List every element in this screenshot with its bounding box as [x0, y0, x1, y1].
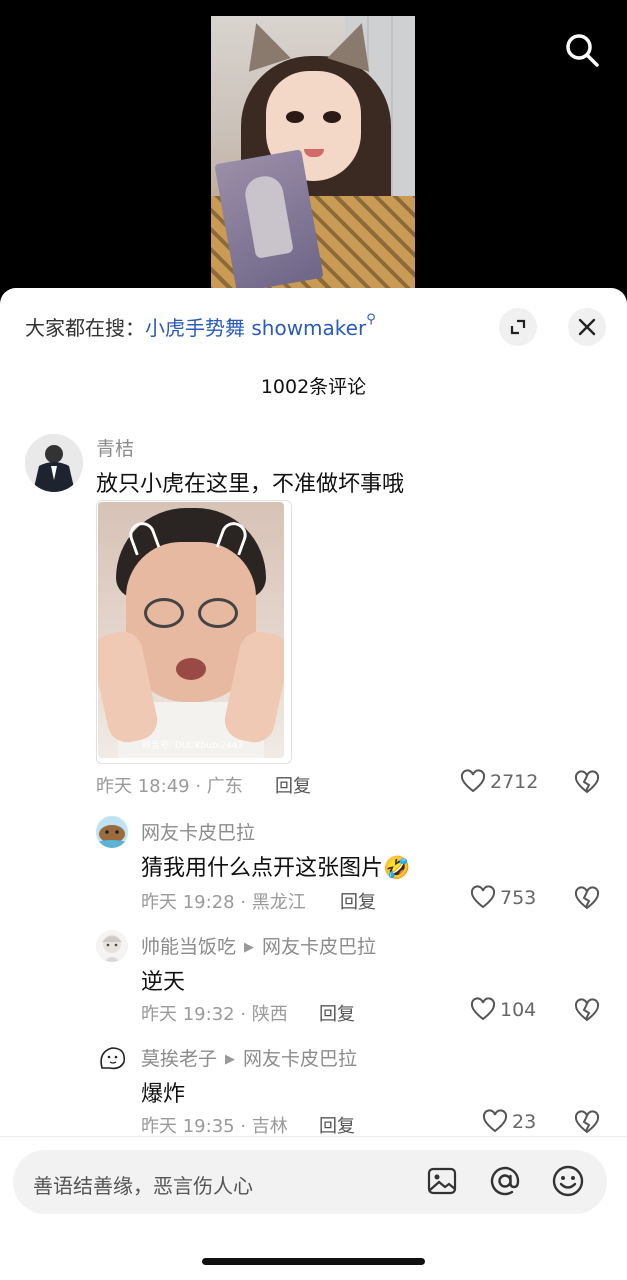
like-button[interactable]: 2712 [460, 769, 538, 795]
reply-username[interactable]: 莫挨老子 ▶ 网友卡皮巴拉 [141, 1044, 357, 1071]
dislike-button[interactable] [574, 886, 600, 912]
comment-image-content: 抖音号: DUCKbubi2443 [98, 502, 284, 758]
like-count: 104 [500, 999, 537, 1021]
like-button[interactable]: 753 [470, 885, 536, 911]
mouth [176, 658, 206, 680]
avatar[interactable] [96, 816, 128, 848]
avatar[interactable] [96, 930, 128, 962]
broken-heart-icon [574, 998, 600, 1022]
glasses [198, 598, 238, 628]
comment-input-placeholder[interactable]: 善语结善缘，恶言伤人心 [33, 1170, 253, 1199]
glasses [144, 598, 184, 628]
reply-time-location: 昨天 19:35 · 吉林 [141, 1116, 288, 1137]
comment-text: 放只小虎在这里，不准做坏事哦 [96, 472, 405, 497]
heart-icon [482, 1109, 508, 1133]
like-button[interactable]: 104 [470, 997, 536, 1023]
at-icon[interactable] [488, 1164, 522, 1198]
emoji-icon[interactable] [551, 1164, 585, 1198]
reply-text: 猜我用什么点开这张图片🤣 [141, 856, 411, 881]
home-indicator[interactable] [202, 1258, 425, 1265]
dislike-button[interactable] [574, 770, 600, 796]
hot-search-prefix: 大家都在搜： [25, 316, 145, 340]
like-count: 2712 [490, 771, 539, 793]
reply-username[interactable]: 帅能当饭吃 ▶ 网友卡皮巴拉 [141, 932, 376, 959]
comment-input[interactable]: 善语结善缘，恶言伤人心 [13, 1150, 607, 1214]
like-count: 23 [512, 1111, 537, 1133]
reply-text: 逆天 [141, 970, 186, 995]
avatar[interactable] [25, 434, 83, 492]
heart-icon [460, 769, 486, 793]
eye [286, 111, 304, 123]
close-icon [578, 318, 596, 336]
search-icon[interactable] [562, 30, 602, 70]
heart-icon [470, 997, 496, 1021]
comment-image[interactable]: 抖音号: DUCKbubi2443 [96, 500, 292, 764]
broken-heart-icon [574, 1110, 600, 1134]
comment-time-location: 昨天 18:49 · 广东 [96, 776, 243, 797]
avatar[interactable] [96, 1042, 128, 1074]
image-icon[interactable] [425, 1164, 459, 1198]
hot-search-keyword[interactable]: 小虎手势舞 showmaker [145, 316, 366, 340]
broken-heart-icon [574, 770, 600, 794]
reply-arrow-icon: ▶ [244, 940, 255, 955]
like-button[interactable]: 23 [482, 1109, 536, 1135]
reply-target[interactable]: 网友卡皮巴拉 [262, 936, 376, 958]
reply-author[interactable]: 莫挨老子 [141, 1048, 217, 1070]
video-frame [211, 16, 415, 300]
video-player[interactable] [0, 0, 627, 300]
reply-time-location: 昨天 19:28 · 黑龙江 [141, 892, 306, 913]
dislike-button[interactable] [574, 1110, 600, 1136]
like-count: 753 [500, 887, 537, 909]
small-search-icon: ⚲ [366, 312, 376, 327]
mouth [304, 149, 324, 157]
reply-button[interactable]: 回复 [319, 1112, 355, 1138]
reply-button[interactable]: 回复 [319, 1000, 355, 1026]
reply-text: 爆炸 [141, 1082, 186, 1107]
expand-button[interactable] [499, 308, 537, 346]
heart-icon [470, 885, 496, 909]
broken-heart-icon [574, 886, 600, 910]
reply-arrow-icon: ▶ [225, 1052, 236, 1067]
reply-time-location: 昨天 19:32 · 陕西 [141, 1004, 288, 1025]
hot-search-bar[interactable]: 大家都在搜：小虎手势舞 showmaker⚲ [25, 312, 376, 341]
close-button[interactable] [568, 308, 606, 346]
dislike-button[interactable] [574, 998, 600, 1024]
input-divider [0, 1136, 627, 1137]
comment-sheet: 大家都在搜：小虎手势舞 showmaker⚲ 1002条评论 青桔 放只小虎在这… [0, 288, 627, 1280]
reply-username[interactable]: 网友卡皮巴拉 [141, 818, 255, 845]
eye [323, 111, 341, 123]
reply-author[interactable]: 帅能当饭吃 [141, 936, 236, 958]
comment-count: 1002条评论 [260, 376, 367, 398]
reply-button[interactable]: 回复 [340, 888, 376, 914]
image-watermark: 抖音号: DUCKbubi2443 [142, 741, 244, 751]
photo-card-person [242, 173, 294, 259]
expand-icon [510, 319, 526, 335]
reply-button[interactable]: 回复 [275, 772, 311, 798]
reply-target[interactable]: 网友卡皮巴拉 [243, 1048, 357, 1070]
comment-username[interactable]: 青桔 [96, 434, 134, 461]
